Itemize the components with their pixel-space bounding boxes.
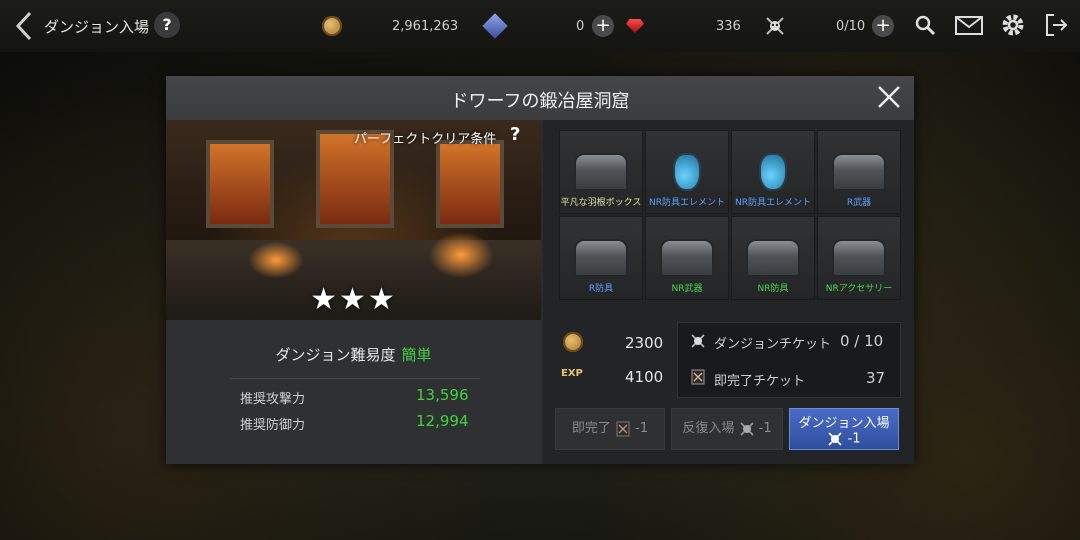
reward-item[interactable]: NR防具 [731, 216, 815, 300]
difficulty-value: 簡単 [401, 346, 432, 364]
stat-defense-label: 推奨防御力 [240, 418, 306, 433]
reward-item[interactable]: R防具 [559, 216, 643, 300]
chest-icon [574, 153, 628, 191]
instant-complete-cost: -1 [635, 421, 649, 436]
back-arrow-icon[interactable] [12, 10, 36, 42]
ticket-info-box: ダンジョンチケット 0 / 10 即完了チケット 37 [677, 322, 901, 398]
perfect-clear-label: パーフェクトクリア条件 [354, 132, 497, 147]
instant-ticket-label: 即完了チケット [714, 374, 806, 389]
enter-dungeon-cost: -1 [847, 431, 861, 447]
reward-item-label: NR防具エレメント [735, 198, 811, 208]
ticket-add-wrap: + [872, 0, 894, 52]
close-icon[interactable] [876, 84, 902, 110]
chest-icon [746, 239, 800, 277]
top-bar: ダンジョン入場 ? 2,961,263 0 + 336 0/10 + [0, 0, 1080, 52]
instant-complete-button[interactable]: 即完了 -1 [555, 408, 665, 450]
reward-item-label: R防具 [588, 284, 614, 294]
red-gem-amount: 336 [716, 18, 741, 34]
red-gem-icon [626, 19, 644, 33]
blue-gem-amount: 0 [576, 18, 585, 34]
mail-icon[interactable] [954, 12, 984, 38]
chest-icon [832, 239, 886, 277]
instant-ticket-icon [616, 421, 630, 436]
reward-item-label: R武器 [846, 198, 872, 208]
repeat-entry-cost: -1 [758, 421, 772, 436]
reward-item-label: NR武器 [671, 284, 703, 294]
dungeon-ticket-icon [828, 432, 843, 446]
reward-item-label: NRアクセサリー [825, 284, 893, 294]
dungeon-ticket-icon [691, 334, 705, 348]
blue-gem-add-wrap: + [592, 0, 614, 52]
blue-gem-counter [482, 0, 508, 52]
reward-item-label: NR防具 [757, 284, 789, 294]
gold-amount: 2,961,263 [392, 18, 459, 34]
exp-icon: EXP [561, 368, 583, 379]
reward-item-label: 平凡な羽根ボックス [560, 198, 642, 208]
help-icon[interactable]: ? [154, 12, 180, 38]
chest-icon [574, 239, 628, 277]
exp-reward-value: 4100 [625, 368, 664, 386]
gold-coin-icon [322, 16, 342, 36]
ticket-counter [764, 0, 786, 52]
ticket-amount: 0/10 [836, 18, 866, 34]
reward-item[interactable]: R武器 [817, 130, 901, 214]
gold-counter [322, 0, 342, 52]
enter-dungeon-button[interactable]: ダンジョン入場 -1 [789, 408, 899, 450]
gold-reward-value: 2300 [625, 334, 664, 352]
reward-item[interactable]: NR武器 [645, 216, 729, 300]
blue-gem-icon [482, 13, 508, 39]
instant-complete-label: 即完了 [571, 421, 611, 436]
instant-ticket-icon [691, 369, 705, 385]
stat-attack-value: 13,596 [416, 386, 469, 404]
add-blue-gem-button[interactable]: + [592, 15, 614, 37]
potion-icon [673, 153, 701, 191]
reward-item[interactable]: 平凡な羽根ボックス [559, 130, 643, 214]
difficulty-row: ダンジョン難易度 簡単 [166, 344, 541, 365]
dungeon-ticket-label: ダンジョンチケット [714, 337, 832, 352]
reward-item[interactable]: NRアクセサリー [817, 216, 901, 300]
perfect-clear-help-icon[interactable]: ? [510, 124, 520, 145]
repeat-entry-label: 反復入場 [682, 421, 735, 436]
dungeon-dialog: ドワーフの鍛冶屋洞窟 パーフェクトクリア条件 ? ★★★ ダンジョン難易度 簡単 … [166, 76, 914, 464]
chest-icon [832, 153, 886, 191]
chest-icon [660, 239, 714, 277]
stat-defense-value: 12,994 [416, 412, 469, 430]
dialog-header: ドワーフの鍛冶屋洞窟 [166, 76, 914, 120]
stat-attack-label: 推奨攻撃力 [240, 392, 306, 407]
dungeon-preview-image: パーフェクトクリア条件 ? ★★★ [166, 120, 541, 320]
enter-dungeon-cost-row: -1 [790, 431, 898, 447]
red-gem-counter [626, 0, 644, 52]
reward-item[interactable]: NR防具エレメント [645, 130, 729, 214]
potion-icon [759, 153, 787, 191]
reward-item-label: NR防具エレメント [649, 198, 725, 208]
enter-dungeon-label: ダンジョン入場 [798, 416, 890, 431]
dialog-title: ドワーフの鍛冶屋洞窟 [450, 91, 630, 112]
gear-icon[interactable] [1000, 12, 1026, 38]
dungeon-info-pane: パーフェクトクリア条件 ? ★★★ ダンジョン難易度 簡単 推奨攻撃力 13,59… [166, 120, 541, 464]
divider [230, 378, 480, 379]
dungeon-ticket-value: 0 / 10 [840, 332, 884, 350]
search-icon[interactable] [912, 12, 938, 38]
dungeon-ticket-icon [766, 17, 784, 35]
dungeon-ticket-icon [739, 421, 754, 436]
add-ticket-button[interactable]: + [872, 15, 894, 37]
exit-icon[interactable] [1044, 12, 1070, 38]
rewards-pane: 平凡な羽根ボックス NR防具エレメント NR防具エレメント R武器 R防具 NR武器 NR防… [543, 120, 914, 464]
reward-item[interactable]: NR防具エレメント [731, 130, 815, 214]
screen-title: ダンジョン入場 [44, 18, 150, 36]
repeat-entry-button[interactable]: 反復入場 -1 [671, 408, 783, 450]
instant-ticket-value: 37 [866, 369, 886, 387]
gold-reward-icon [563, 332, 583, 352]
star-rating: ★★★ [310, 282, 397, 317]
difficulty-label: ダンジョン難易度 [275, 346, 396, 364]
